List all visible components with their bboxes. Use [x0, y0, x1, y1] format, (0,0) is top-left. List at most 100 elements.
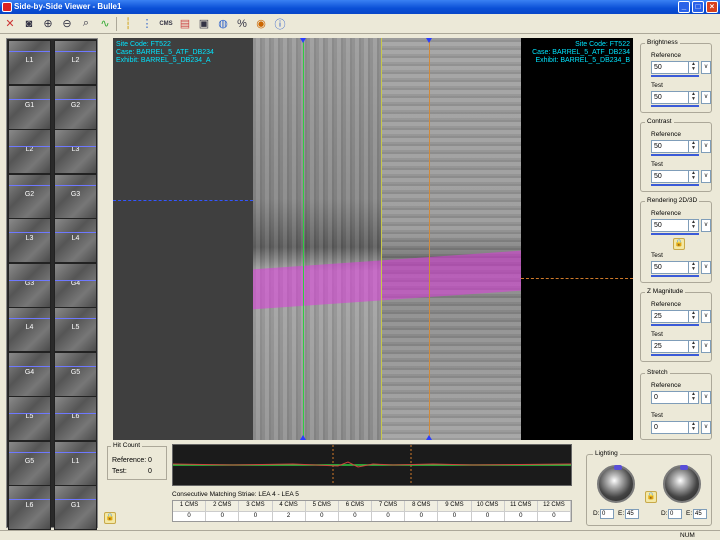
bottom-marker-left[interactable]	[300, 435, 306, 440]
z-magnitude-reference-input[interactable]: 25 ▲ ▼	[651, 310, 699, 323]
zoom-out-icon[interactable]: ⊖	[59, 16, 75, 32]
thumbnail-left[interactable]: L3	[8, 218, 51, 263]
thumbnail-left[interactable]: L1	[8, 40, 51, 85]
thumbnail-right[interactable]: L2	[54, 40, 97, 85]
yellow-cursor-line[interactable]	[381, 38, 382, 440]
top-marker-left[interactable]	[300, 38, 306, 43]
rendering-reference-slider[interactable]	[651, 233, 699, 235]
thumbnail-left[interactable]: G1	[8, 84, 51, 130]
thumbnail-right[interactable]: G4	[54, 262, 97, 308]
orange-cursor-line[interactable]	[429, 38, 430, 440]
camera-icon[interactable]: ◙	[21, 16, 37, 32]
stretch-test-input[interactable]: 0 ▲ ▼	[651, 421, 699, 434]
z-magnitude-reference-dropdown[interactable]: v	[701, 310, 711, 323]
brightness-reference-input[interactable]: 50 ▲ ▼	[651, 61, 699, 74]
right-d-input[interactable]: 0	[668, 509, 682, 519]
dotted-line-icon[interactable]: ⋮	[139, 16, 155, 32]
rendering-test-input[interactable]: 50 ▲ ▼	[651, 261, 699, 274]
contrast-reference-input[interactable]: 50 ▲ ▼	[651, 140, 699, 153]
stretch-test-dropdown[interactable]: v	[701, 421, 711, 434]
thumbnail-right[interactable]: L3	[54, 129, 97, 174]
brightness-reference-slider[interactable]	[651, 75, 699, 77]
cms-icon[interactable]: CMS	[158, 16, 174, 32]
thumbnail-right[interactable]: L6	[54, 396, 97, 441]
top-marker-right[interactable]	[426, 38, 432, 43]
close-x-icon[interactable]: ✕	[2, 16, 18, 32]
thumbnail-left[interactable]: G4	[8, 351, 51, 397]
cms-header: 10 CMS	[471, 501, 505, 512]
minimize-button[interactable]: _	[678, 1, 690, 13]
left-e-input[interactable]: 45	[625, 509, 639, 519]
thumbnail-lock-icon[interactable]: 🔒	[104, 512, 116, 524]
contrast-test-input[interactable]: 50 ▲ ▼	[651, 170, 699, 183]
z-magnitude-test-slider[interactable]	[651, 354, 699, 356]
help-icon[interactable]: ⓘ	[272, 16, 288, 32]
refresh-icon[interactable]: ◉	[253, 16, 269, 32]
brightness-reference-dropdown[interactable]: v	[701, 61, 711, 74]
thumbnail-left[interactable]: L6	[8, 485, 51, 530]
thumbnail-guide-line	[55, 365, 96, 367]
rendering-test-dropdown[interactable]: v	[701, 261, 711, 274]
thumbnail-right[interactable]: G5	[54, 351, 97, 397]
percent-icon[interactable]: %	[234, 16, 250, 32]
vertical-line-icon[interactable]: ┆	[120, 16, 136, 32]
contrast-test-dropdown[interactable]: v	[701, 170, 711, 183]
thumbnail-left[interactable]: L4	[8, 307, 51, 352]
comparison-viewer[interactable]: Site Code: FT522 Case: BARREL_5_ATF_DB23…	[113, 38, 633, 440]
thumbnail-guide-line	[9, 184, 50, 186]
lock-icon[interactable]: 🔒	[673, 238, 685, 250]
z-magnitude-test-dropdown[interactable]: v	[701, 340, 711, 353]
left-d-input[interactable]: 0	[600, 509, 614, 519]
gradient-icon[interactable]: ▤	[177, 16, 193, 32]
bottom-marker-right[interactable]	[426, 435, 432, 440]
green-cursor-line[interactable]	[303, 38, 304, 440]
lighting-lock-icon[interactable]: 🔒	[645, 491, 657, 503]
thumbnail-label: G3	[24, 279, 35, 287]
waveform-icon[interactable]: ∿	[97, 16, 113, 32]
contrast-reference-slider[interactable]	[651, 154, 699, 156]
contrast-reference-label: Reference	[651, 131, 681, 138]
z-magnitude-test-label: Test	[651, 331, 663, 338]
thumbnail-left[interactable]: G5	[8, 440, 51, 486]
thumbnail-right[interactable]: L1	[54, 440, 97, 486]
brightness-test-slider[interactable]	[651, 105, 699, 107]
z-magnitude-test-input[interactable]: 25 ▲ ▼	[651, 340, 699, 353]
thumbnail-right[interactable]: G2	[54, 84, 97, 130]
contrast-test-slider[interactable]	[651, 184, 699, 186]
globe-icon[interactable]: ◍	[215, 16, 231, 32]
stretch-reference-input[interactable]: 0 ▲ ▼	[651, 391, 699, 404]
rendering-reference-input[interactable]: 50 ▲ ▼	[651, 219, 699, 232]
z-magnitude-reference-slider[interactable]	[651, 324, 699, 326]
zoom-icon[interactable]: ⌕	[78, 16, 94, 32]
right-e-input[interactable]: 45	[693, 509, 707, 519]
thumbnail-right[interactable]: G1	[54, 485, 97, 530]
cms-header: 6 CMS	[338, 501, 372, 512]
light-direction-indicator[interactable]	[680, 465, 688, 470]
contrast-reference-dropdown[interactable]: v	[701, 140, 711, 153]
light-direction-indicator[interactable]	[614, 465, 622, 470]
test-light-sphere[interactable]	[663, 465, 701, 503]
zoom-in-icon[interactable]: ⊕	[40, 16, 56, 32]
close-button[interactable]: ×	[706, 1, 718, 13]
reference-light-sphere[interactable]	[597, 465, 635, 503]
stretch-reference-dropdown[interactable]: v	[701, 391, 711, 404]
thumbnail-strip[interactable]: L1 L2 G1 G2 L2 L3 G2 G3 L3 L4 G3 G4 L4 L5 G4 G5 L5 L6 G5 L1…	[6, 38, 98, 530]
thumbnail-left[interactable]: L2	[8, 129, 51, 174]
brightness-test-input[interactable]: 50 ▲ ▼	[651, 91, 699, 104]
thumbnail-left[interactable]: L5	[8, 396, 51, 441]
thumbnail-right[interactable]: L5	[54, 307, 97, 352]
rendering-reference-dropdown[interactable]: v	[701, 219, 711, 232]
rendering-test-slider[interactable]	[651, 275, 699, 277]
thumbnail-right[interactable]: L4	[54, 218, 97, 263]
stretch-panel: Stretch Reference 0 ▲ ▼ v Test 0 ▲ ▼ v	[640, 369, 712, 440]
cms-value: 0	[405, 511, 439, 521]
thumbnail-left[interactable]: G2	[8, 173, 51, 219]
brightness-test-dropdown[interactable]: v	[701, 91, 711, 104]
thumbnail-left[interactable]: G3	[8, 262, 51, 308]
cms-header: 5 CMS	[305, 501, 339, 512]
compare-icon[interactable]: ▣	[196, 16, 212, 32]
maximize-button[interactable]: □	[692, 1, 704, 13]
cms-value: 0	[505, 511, 538, 521]
thumbnail-right[interactable]: G3	[54, 173, 97, 219]
cms-value: 0	[239, 511, 273, 521]
